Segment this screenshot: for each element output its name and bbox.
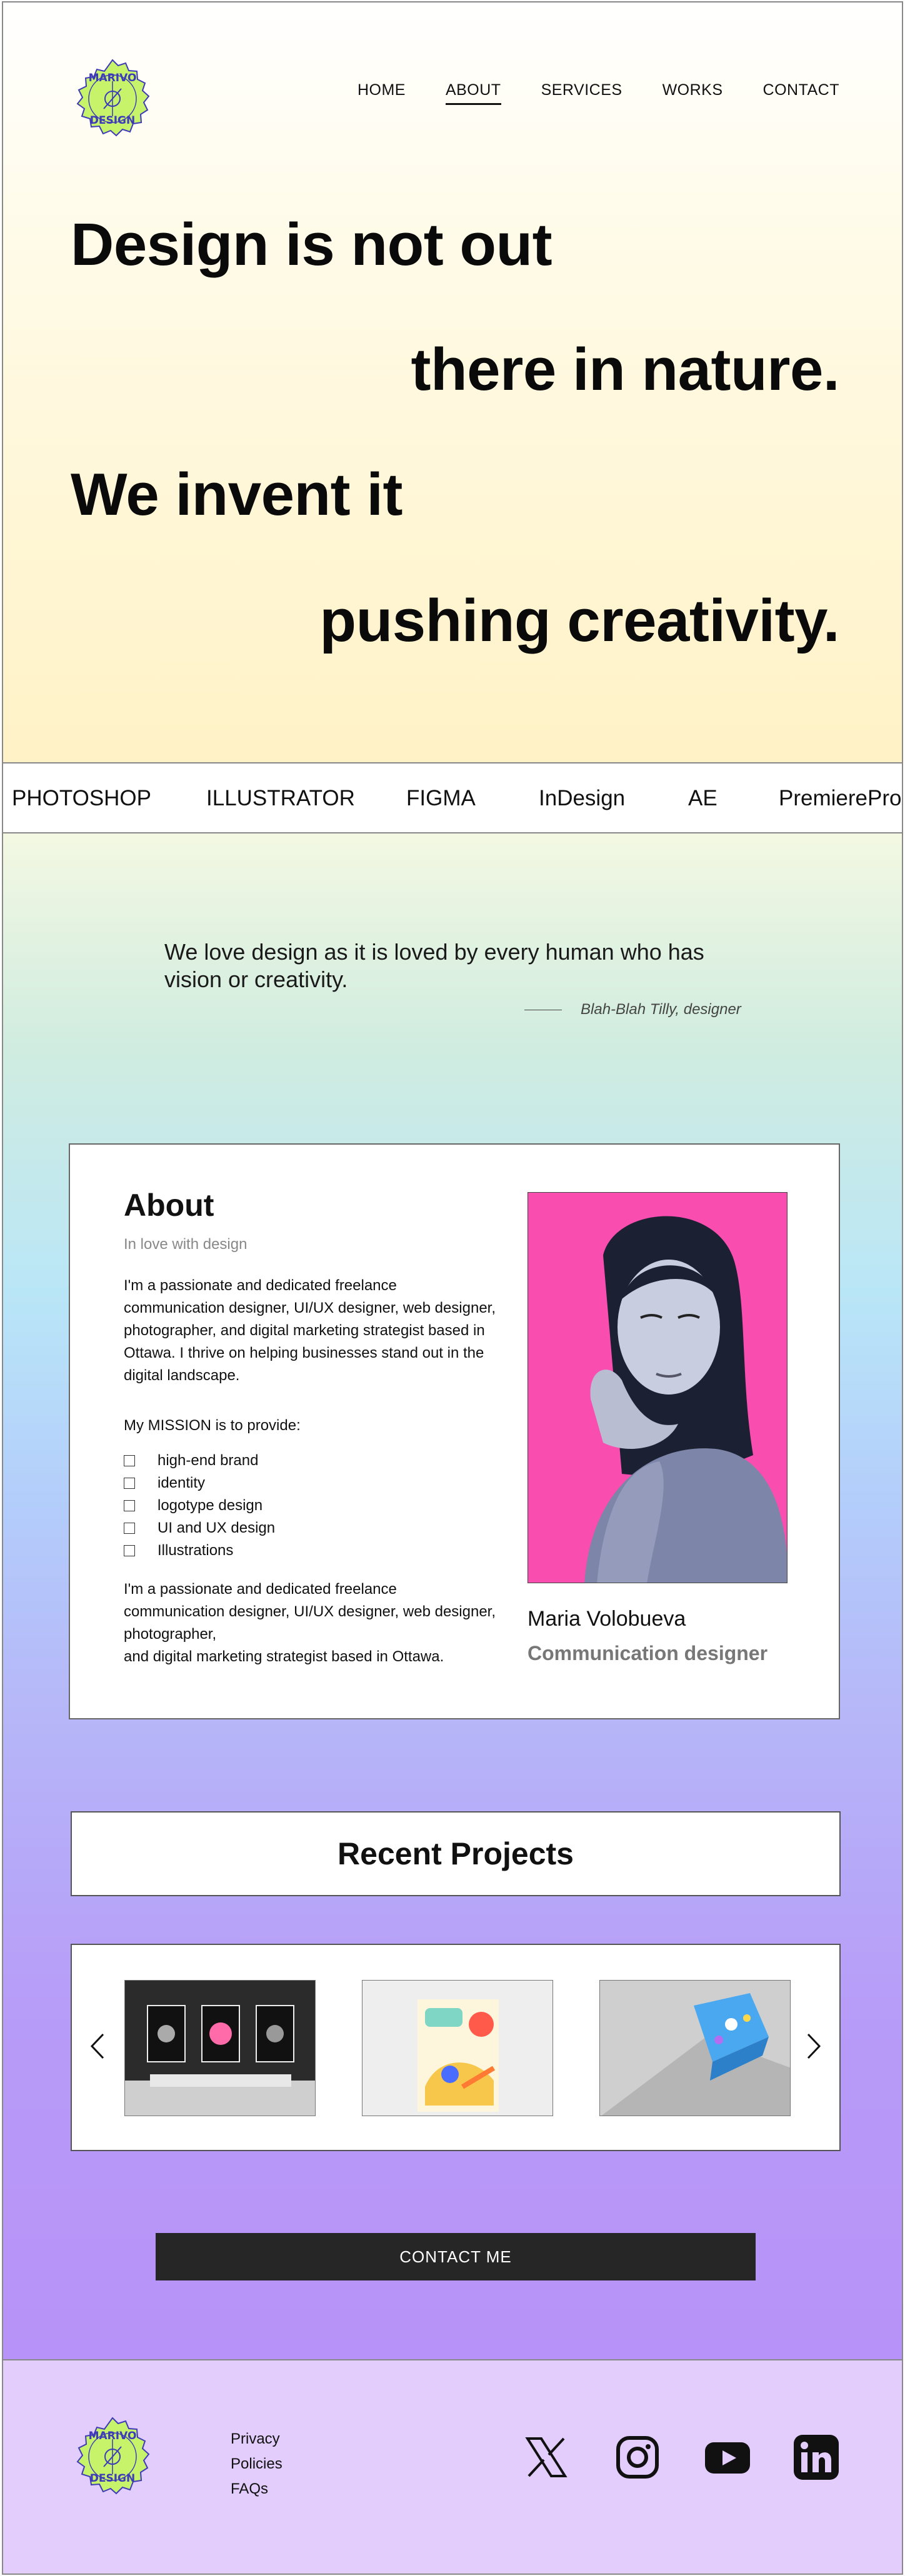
linkedin-link[interactable] bbox=[792, 2433, 841, 2482]
instagram-icon bbox=[616, 2436, 659, 2479]
carousel-next-button[interactable] bbox=[802, 2027, 827, 2065]
mission-item-label: identity bbox=[158, 1474, 206, 1491]
person-role: Communication designer bbox=[528, 1642, 768, 1664]
badge-logo-icon: MARIVO DESIGN bbox=[76, 59, 150, 137]
illustrated-poster-image bbox=[362, 1981, 552, 2116]
mission-list: high-end brand identity logotype design … bbox=[124, 1450, 275, 1562]
page-frame: MARIVO DESIGN HOME ABOUT SERVICES WORKS … bbox=[2, 1, 903, 2575]
hero-line-3: We invent it bbox=[71, 461, 402, 528]
about-title: About bbox=[124, 1188, 214, 1223]
footer: MARIVO DESIGN Privacy Policies FAQs bbox=[3, 2360, 902, 2574]
portrait-photo bbox=[528, 1192, 788, 1583]
svg-text:DESIGN: DESIGN bbox=[90, 2472, 135, 2485]
footer-link-faqs[interactable]: FAQs bbox=[231, 2480, 282, 2498]
badge-logo-icon: MARIVO DESIGN bbox=[76, 2417, 150, 2495]
main-nav: HOME ABOUT SERVICES WORKS CONTACT bbox=[358, 81, 839, 105]
nav-services[interactable]: SERVICES bbox=[541, 81, 622, 105]
footer-links: Privacy Policies FAQs bbox=[231, 2430, 282, 2498]
about-outro: I'm a passionate and dedicated freelance… bbox=[124, 1581, 496, 1665]
hero-section: MARIVO DESIGN HOME ABOUT SERVICES WORKS … bbox=[3, 2, 902, 763]
project-thumbnail-2[interactable] bbox=[362, 1980, 553, 2116]
tool-premierepro: PremierePro bbox=[779, 786, 902, 810]
nav-contact[interactable]: CONTACT bbox=[763, 81, 839, 105]
youtube-icon bbox=[705, 2442, 750, 2474]
recent-projects-header: Recent Projects bbox=[71, 1811, 841, 1896]
contact-me-button[interactable]: CONTACT ME bbox=[156, 2233, 756, 2280]
mission-item-label: logotype design bbox=[158, 1497, 263, 1514]
svg-text:MARIVO: MARIVO bbox=[89, 72, 137, 84]
mission-item: UI and UX design bbox=[124, 1517, 275, 1539]
youtube-link[interactable] bbox=[703, 2433, 752, 2482]
svg-text:MARIVO: MARIVO bbox=[89, 2430, 137, 2442]
chevron-left-icon bbox=[90, 2033, 104, 2059]
tool-ae: AE bbox=[688, 786, 718, 810]
footer-logo[interactable]: MARIVO DESIGN bbox=[69, 2414, 156, 2502]
gallery-posters-image bbox=[125, 1981, 315, 2116]
checkbox-icon bbox=[124, 1500, 135, 1511]
about-card: About In love with design I'm a passiona… bbox=[69, 1143, 840, 1719]
tool-photoshop: PHOTOSHOP bbox=[12, 786, 152, 810]
hero-line-1: Design is not out bbox=[71, 211, 552, 278]
checkbox-icon bbox=[124, 1455, 135, 1466]
tool-indesign: InDesign bbox=[539, 786, 626, 810]
projects-carousel bbox=[71, 1944, 841, 2151]
mission-item: high-end brand bbox=[124, 1450, 275, 1472]
checkbox-icon bbox=[124, 1523, 135, 1534]
brand-logo[interactable]: MARIVO DESIGN bbox=[69, 56, 156, 144]
tool-illustrator: ILLUSTRATOR bbox=[206, 786, 355, 810]
mission-item-label: UI and UX design bbox=[158, 1519, 276, 1536]
project-thumbnail-3[interactable] bbox=[599, 1980, 791, 2116]
main-section: We love design as it is loved by every h… bbox=[3, 833, 902, 2360]
hero-line-4: pushing creativity. bbox=[319, 587, 839, 654]
tools-strip: PHOTOSHOP ILLUSTRATOR FIGMA InDesign AE … bbox=[3, 763, 902, 833]
tool-figma: FIGMA bbox=[406, 786, 476, 810]
mission-item: identity bbox=[124, 1472, 275, 1494]
quote-text: We love design as it is loved by every h… bbox=[164, 939, 704, 992]
footer-link-policies[interactable]: Policies bbox=[231, 2455, 282, 2473]
about-intro: I'm a passionate and dedicated freelance… bbox=[124, 1277, 496, 1384]
instagram-link[interactable] bbox=[613, 2433, 662, 2482]
footer-link-privacy[interactable]: Privacy bbox=[231, 2430, 282, 2448]
quote-author: Blah-Blah Tilly, designer bbox=[581, 1001, 741, 1018]
mission-item: logotype design bbox=[124, 1494, 275, 1517]
recent-projects-title: Recent Projects bbox=[338, 1836, 574, 1871]
x-icon bbox=[525, 2437, 568, 2477]
portrait-illustration bbox=[528, 1193, 787, 1583]
chevron-right-icon bbox=[807, 2033, 821, 2059]
quote-attribution: Blah-Blah Tilly, designer bbox=[524, 1001, 741, 1018]
hero-line-2: there in nature. bbox=[411, 336, 840, 403]
nav-works[interactable]: WORKS bbox=[662, 81, 723, 105]
x-link[interactable] bbox=[522, 2433, 571, 2482]
svg-text:DESIGN: DESIGN bbox=[90, 114, 135, 127]
mission-item: Illustrations bbox=[124, 1539, 275, 1562]
checkbox-icon bbox=[124, 1478, 135, 1489]
nav-about[interactable]: ABOUT bbox=[445, 81, 501, 105]
mission-item-label: Illustrations bbox=[158, 1542, 234, 1559]
linkedin-icon bbox=[794, 2435, 839, 2480]
mission-heading: My MISSION is to provide: bbox=[124, 1417, 301, 1434]
mission-item-label: high-end brand bbox=[158, 1452, 259, 1469]
blue-package-image bbox=[600, 1981, 790, 2116]
carousel-prev-button[interactable] bbox=[84, 2027, 109, 2065]
nav-home[interactable]: HOME bbox=[358, 81, 406, 105]
about-subtitle: In love with design bbox=[124, 1236, 248, 1253]
project-thumbnail-1[interactable] bbox=[124, 1980, 316, 2116]
person-name: Maria Volobueva bbox=[528, 1607, 686, 1631]
checkbox-icon bbox=[124, 1545, 135, 1556]
